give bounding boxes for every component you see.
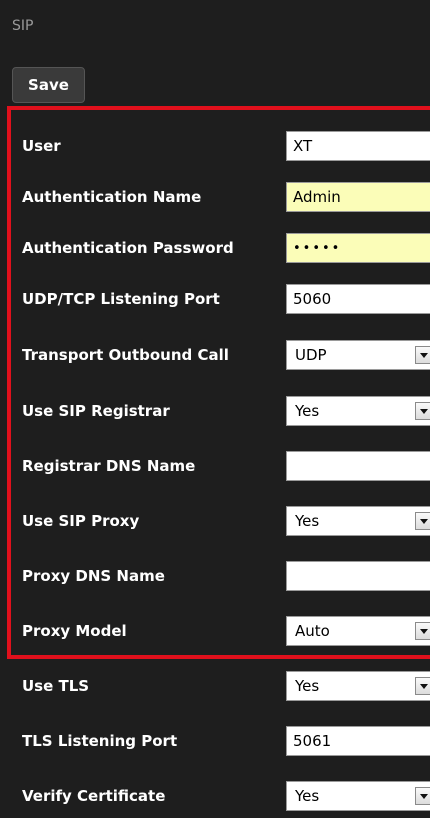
listen-port-input[interactable] <box>286 284 430 314</box>
field-row-listen-port: UDP/TCP Listening Port <box>22 284 430 314</box>
use-registrar-select[interactable]: Yes <box>286 396 430 426</box>
user-input[interactable] <box>286 131 430 161</box>
verify-cert-value: Yes <box>295 787 320 805</box>
proxy-model-value: Auto <box>295 622 330 640</box>
field-row-auth-password: Authentication Password <box>22 233 430 263</box>
field-row-use-proxy: Use SIP Proxy Yes <box>22 506 430 536</box>
use-registrar-label: Use SIP Registrar <box>22 402 170 420</box>
auth-name-label: Authentication Name <box>22 188 202 206</box>
use-proxy-select[interactable]: Yes <box>286 506 430 536</box>
user-label: User <box>22 137 61 155</box>
chevron-down-icon[interactable] <box>415 512 430 530</box>
field-row-use-tls: Use TLS Yes <box>22 671 430 701</box>
proxy-dns-label: Proxy DNS Name <box>22 567 165 585</box>
tls-port-input[interactable] <box>286 726 430 756</box>
registrar-dns-input[interactable] <box>286 451 430 481</box>
chevron-down-icon[interactable] <box>415 677 430 695</box>
field-row-use-registrar: Use SIP Registrar Yes <box>22 396 430 426</box>
section-title: SIP <box>12 18 34 34</box>
use-registrar-value: Yes <box>295 402 320 420</box>
verify-cert-label: Verify Certificate <box>22 787 166 805</box>
transport-label: Transport Outbound Call <box>22 346 229 364</box>
proxy-model-select[interactable]: Auto <box>286 616 430 646</box>
transport-value: UDP <box>295 346 327 364</box>
use-tls-label: Use TLS <box>22 677 90 695</box>
chevron-down-icon[interactable] <box>415 622 430 640</box>
field-row-verify-cert: Verify Certificate Yes <box>22 781 430 811</box>
verify-cert-select[interactable]: Yes <box>286 781 430 811</box>
listen-port-label: UDP/TCP Listening Port <box>22 290 220 308</box>
proxy-dns-input[interactable] <box>286 561 430 591</box>
sip-settings-page: SIP Save User Authentication Name Authen… <box>0 0 430 818</box>
field-row-registrar-dns: Registrar DNS Name <box>22 451 430 481</box>
auth-password-label: Authentication Password <box>22 239 234 257</box>
proxy-model-label: Proxy Model <box>22 622 127 640</box>
tls-port-label: TLS Listening Port <box>22 732 178 750</box>
field-row-auth-name: Authentication Name <box>22 182 430 212</box>
registrar-dns-label: Registrar DNS Name <box>22 457 196 475</box>
field-row-tls-port: TLS Listening Port <box>22 726 430 756</box>
field-row-proxy-dns: Proxy DNS Name <box>22 561 430 591</box>
use-tls-select[interactable]: Yes <box>286 671 430 701</box>
use-tls-value: Yes <box>295 677 320 695</box>
use-proxy-label: Use SIP Proxy <box>22 512 140 530</box>
auth-name-input[interactable] <box>286 182 430 212</box>
auth-password-input[interactable] <box>286 233 430 263</box>
field-row-transport: Transport Outbound Call UDP <box>22 340 430 370</box>
use-proxy-value: Yes <box>295 512 320 530</box>
field-row-proxy-model: Proxy Model Auto <box>22 616 430 646</box>
chevron-down-icon[interactable] <box>415 346 430 364</box>
chevron-down-icon[interactable] <box>415 787 430 805</box>
transport-select[interactable]: UDP <box>286 340 430 370</box>
chevron-down-icon[interactable] <box>415 402 430 420</box>
field-row-user: User <box>22 131 430 161</box>
save-button[interactable]: Save <box>12 67 85 103</box>
